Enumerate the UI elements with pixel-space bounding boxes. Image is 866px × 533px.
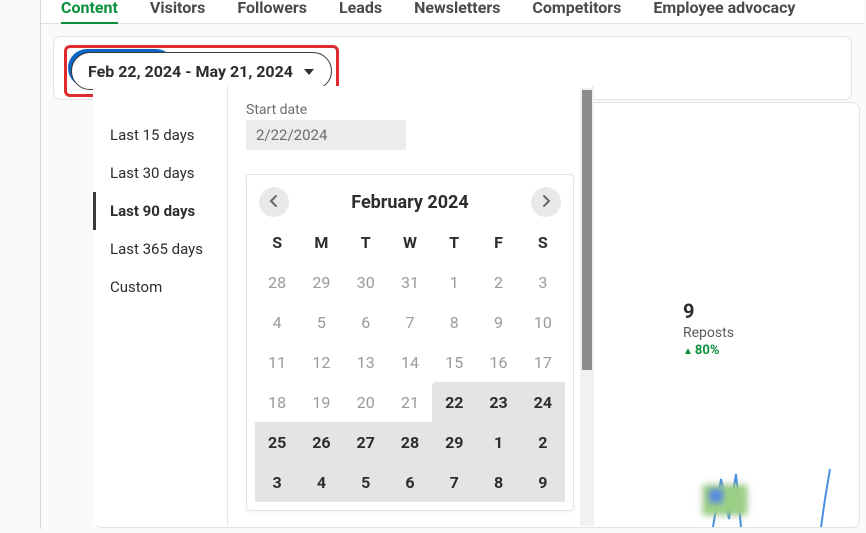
caret-down-icon (303, 62, 315, 81)
metric-value: 9 (683, 299, 734, 323)
calendar-day[interactable]: 26 (299, 422, 343, 462)
quick-range-last-15-days[interactable]: Last 15 days (93, 116, 227, 154)
calendar-day[interactable]: 29 (299, 262, 343, 302)
avatar-thumbnail (703, 485, 747, 515)
tab-newsletters[interactable]: Newsletters (414, 0, 500, 22)
calendar-day[interactable]: 29 (432, 422, 476, 462)
calendar-day[interactable]: 2 (476, 262, 520, 302)
start-date-label: Start date (246, 102, 574, 118)
calendar-day[interactable]: 3 (255, 462, 299, 502)
tab-leads[interactable]: Leads (339, 0, 382, 22)
tab-content[interactable]: Content (61, 0, 118, 24)
calendar-day[interactable]: 21 (388, 382, 432, 422)
weekday-header: S (255, 223, 299, 262)
calendar-day[interactable]: 5 (344, 462, 388, 502)
calendar-day[interactable]: 13 (344, 342, 388, 382)
calendar-day[interactable]: 6 (388, 462, 432, 502)
calendar-day[interactable]: 1 (432, 262, 476, 302)
calendar-day[interactable]: 9 (476, 302, 520, 342)
weekday-header: W (388, 223, 432, 262)
calendar-day[interactable]: 11 (255, 342, 299, 382)
calendar-day[interactable]: 4 (255, 302, 299, 342)
calendar-day[interactable]: 19 (299, 382, 343, 422)
scrollbar-thumb[interactable] (582, 90, 592, 370)
tabs-bar: Content Visitors Followers Leads Newsletters… (41, 0, 864, 24)
calendar-day[interactable]: 30 (344, 262, 388, 302)
metric-label: Reposts (683, 325, 734, 341)
calendar-day[interactable]: 10 (521, 302, 565, 342)
calendar-day[interactable]: 5 (299, 302, 343, 342)
dropdown-scrollbar[interactable] (580, 88, 594, 526)
calendar-day[interactable]: 8 (476, 462, 520, 502)
calendar-day[interactable]: 17 (521, 342, 565, 382)
calendar-day[interactable]: 27 (344, 422, 388, 462)
prev-month-button[interactable] (259, 187, 289, 217)
calendar-card: February 2024 SMTWTFS 282930311234567891… (246, 174, 574, 511)
quick-range-last-90-days[interactable]: Last 90 days (93, 192, 227, 230)
calendar-day[interactable]: 6 (344, 302, 388, 342)
calendar-day[interactable]: 31 (388, 262, 432, 302)
date-range-button[interactable]: Feb 22, 2024 - May 21, 2024 (71, 52, 332, 90)
metric-reposts: 9 Reposts 80% (683, 299, 734, 358)
calendar-day[interactable]: 9 (521, 462, 565, 502)
tab-visitors[interactable]: Visitors (150, 0, 205, 22)
date-range-label: Feb 22, 2024 - May 21, 2024 (88, 62, 293, 81)
date-range-dropdown: Last 15 daysLast 30 daysLast 90 daysLast… (93, 86, 593, 526)
calendar-day[interactable]: 14 (388, 342, 432, 382)
arrow-right-icon (539, 193, 553, 212)
weekday-header: F (476, 223, 520, 262)
quick-range-custom[interactable]: Custom (93, 268, 227, 306)
quick-range-last-365-days[interactable]: Last 365 days (93, 230, 227, 268)
arrow-left-icon (267, 193, 281, 212)
next-month-button[interactable] (531, 187, 561, 217)
calendar-day[interactable]: 20 (344, 382, 388, 422)
calendar-day[interactable]: 12 (299, 342, 343, 382)
calendar-day[interactable]: 16 (476, 342, 520, 382)
calendar-day[interactable]: 22 (432, 382, 476, 422)
weekday-header: M (299, 223, 343, 262)
calendar-day[interactable]: 28 (388, 422, 432, 462)
quick-range-last-30-days[interactable]: Last 30 days (93, 154, 227, 192)
metric-delta: 80% (683, 343, 734, 358)
calendar-day[interactable]: 23 (476, 382, 520, 422)
start-date-input[interactable]: 2/22/2024 (246, 120, 406, 150)
calendar-day[interactable]: 1 (476, 422, 520, 462)
calendar-title: February 2024 (351, 192, 468, 213)
weekday-header: T (432, 223, 476, 262)
tab-followers[interactable]: Followers (237, 0, 307, 22)
weekday-header: S (521, 223, 565, 262)
calendar-day[interactable]: 18 (255, 382, 299, 422)
calendar-day[interactable]: 7 (388, 302, 432, 342)
calendar-day[interactable]: 28 (255, 262, 299, 302)
tab-competitors[interactable]: Competitors (532, 0, 621, 22)
calendar-grid: SMTWTFS 28293031123456789101112131415161… (255, 223, 565, 502)
calendar-header: February 2024 (255, 187, 565, 223)
calendar-day[interactable]: 24 (521, 382, 565, 422)
tab-employee-advocacy[interactable]: Employee advocacy (653, 0, 795, 22)
calendar-day[interactable]: 3 (521, 262, 565, 302)
calendar-day[interactable]: 25 (255, 422, 299, 462)
calendar-column: Start date 2/22/2024 February 2024 (228, 86, 592, 526)
quick-range-list: Last 15 daysLast 30 daysLast 90 daysLast… (93, 86, 228, 526)
weekday-header: T (344, 223, 388, 262)
calendar-day[interactable]: 8 (432, 302, 476, 342)
calendar-day[interactable]: 15 (432, 342, 476, 382)
calendar-day[interactable]: 4 (299, 462, 343, 502)
calendar-day[interactable]: 7 (432, 462, 476, 502)
calendar-day[interactable]: 2 (521, 422, 565, 462)
